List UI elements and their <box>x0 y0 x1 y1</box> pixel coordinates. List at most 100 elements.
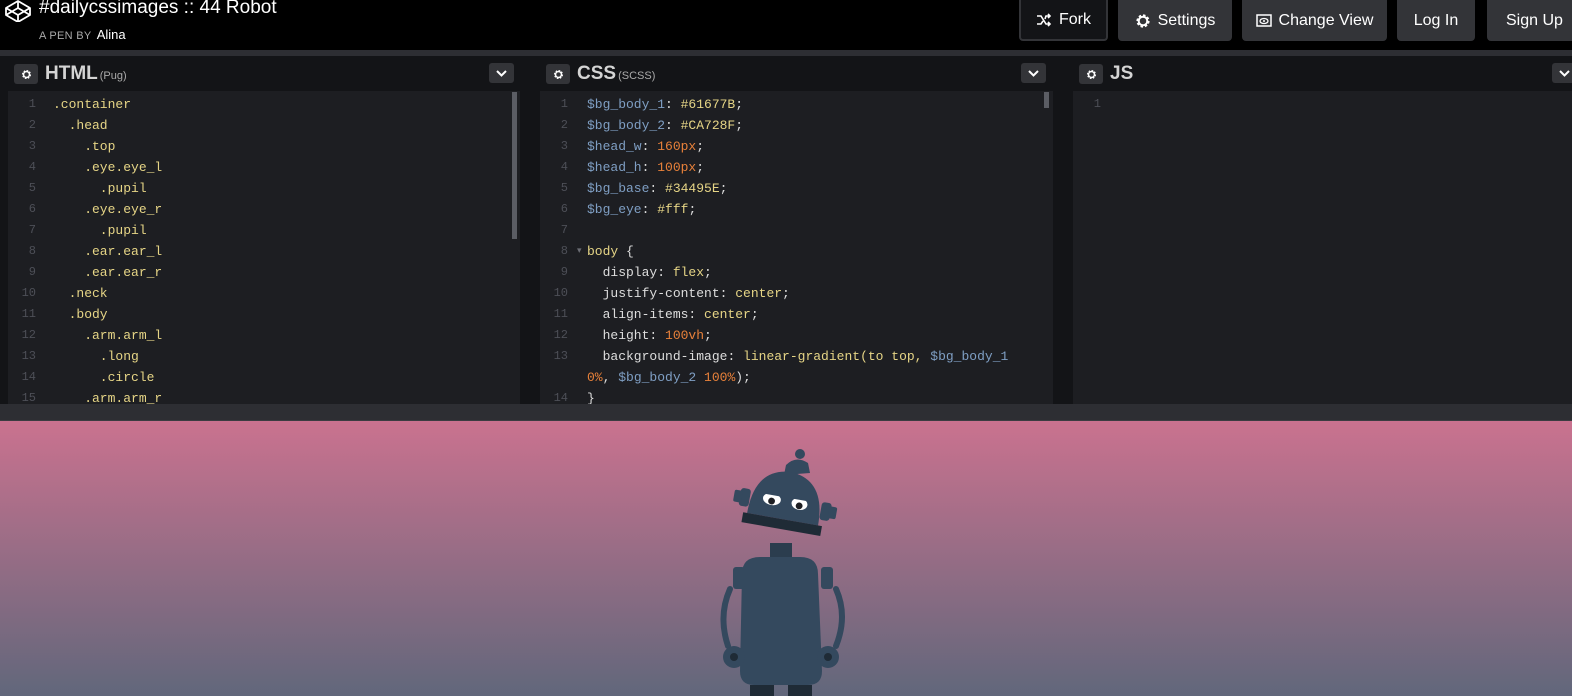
code-line: 13 background-image: linear-gradient(to … <box>540 346 1053 367</box>
line-number: 1 <box>28 97 36 111</box>
signup-button[interactable]: Sign Up <box>1487 0 1572 41</box>
css-settings-button[interactable] <box>546 64 570 84</box>
code-line: 11 .body <box>8 304 520 325</box>
code-text: .arm.arm_r <box>53 391 163 404</box>
codepen-logo-icon[interactable] <box>5 0 31 22</box>
code-line: 1 .container <box>8 94 520 115</box>
html-editor[interactable]: HTML (Pug) 1 .container 2 .head 3 .top 4 .eye… <box>8 56 520 404</box>
scss-variable: $head_w <box>587 139 642 154</box>
html-editor-header: HTML (Pug) <box>8 56 520 91</box>
line-number: 4 <box>28 160 36 174</box>
line-number: 6 <box>560 202 568 216</box>
scss-variable: $bg_body_2 <box>618 370 697 385</box>
css-value: flex <box>672 265 705 280</box>
css-number: 100px <box>657 160 697 175</box>
html-scrollbar[interactable] <box>512 92 517 239</box>
code-line: 7 <box>540 220 1053 241</box>
punctuation: ; <box>696 139 705 154</box>
author-link[interactable]: Alina <box>97 27 126 42</box>
code-line: 7 .pupil <box>8 220 520 241</box>
css-scrollbar[interactable] <box>1044 92 1049 108</box>
js-editor[interactable]: JS 1 <box>1073 56 1572 404</box>
robot-neck <box>770 543 792 559</box>
login-button[interactable]: Log In <box>1397 0 1475 41</box>
code-text: .eye.eye_r <box>53 202 163 217</box>
css-property: height <box>587 328 650 343</box>
punctuation: : <box>641 160 658 175</box>
css-property: align-items <box>587 307 689 322</box>
fork-icon <box>1037 12 1052 27</box>
html-settings-button[interactable] <box>14 64 38 84</box>
line-number: 4 <box>560 160 568 174</box>
code-text: $bg_base: #34495E; <box>587 178 727 199</box>
css-editor[interactable]: CSS (SCSS) 1 $bg_body_1: #61677B; 2 $bg_body… <box>540 56 1053 404</box>
line-number: 2 <box>28 118 36 132</box>
html-code-area[interactable]: 1 .container 2 .head 3 .top 4 .eye.eye_l 5 .p… <box>8 94 520 404</box>
code-text: body { <box>587 241 634 262</box>
code-text: .circle <box>53 370 155 385</box>
code-text: $head_h: 100px; <box>587 157 704 178</box>
scss-variable: $bg_eye <box>587 202 642 217</box>
css-value: center <box>735 286 783 301</box>
code-text: .body <box>53 307 108 322</box>
css-number: 100vh <box>665 328 705 343</box>
js-collapse-button[interactable] <box>1552 63 1572 83</box>
code-text: $bg_eye: #fff; <box>587 199 696 220</box>
code-text: .ear.ear_r <box>53 265 163 280</box>
code-text: .head <box>53 118 108 133</box>
editor-resize-handle[interactable] <box>0 404 1572 421</box>
css-selector: body <box>587 244 619 259</box>
line-number: 3 <box>28 139 36 153</box>
js-editor-header: JS <box>1073 56 1572 91</box>
css-collapse-button[interactable] <box>1021 63 1046 83</box>
line-number: 10 <box>21 286 36 300</box>
line-number: 2 <box>560 118 568 132</box>
code-text: justify-content: center; <box>587 283 790 304</box>
js-code-area[interactable]: 1 <box>1073 94 1572 115</box>
code-line: 10 .neck <box>8 283 520 304</box>
editors-panel: HTML (Pug) 1 .container 2 .head 3 .top 4 .eye… <box>0 56 1572 404</box>
code-line: 14} <box>540 388 1053 404</box>
line-number: 9 <box>560 265 568 279</box>
line-number: 11 <box>21 307 36 321</box>
gear-icon <box>21 69 31 79</box>
punctuation: : <box>665 97 681 112</box>
html-collapse-button[interactable] <box>489 63 514 83</box>
js-settings-button[interactable] <box>1079 64 1103 84</box>
pen-title[interactable]: #dailycssimages :: 44 Robot <box>39 0 277 19</box>
css-number: 0% <box>587 370 603 385</box>
css-value: #CA728F <box>680 118 736 133</box>
fork-button[interactable]: Fork <box>1019 0 1108 41</box>
code-line: 5 .pupil <box>8 178 520 199</box>
pen-byline: A PEN BY Alina <box>39 27 126 42</box>
code-line: 2 $bg_body_2: #CA728F; <box>540 115 1053 136</box>
code-text: display: flex; <box>587 262 712 283</box>
code-text: .long <box>53 349 139 364</box>
punctuation: , <box>602 370 619 385</box>
robot-body <box>740 557 822 685</box>
code-text: .pupil <box>53 181 147 196</box>
code-line: 6 .eye.eye_r <box>8 199 520 220</box>
punctuation: ; <box>782 286 790 301</box>
change-view-button[interactable]: Change View <box>1242 0 1387 41</box>
settings-button[interactable]: Settings <box>1118 0 1232 41</box>
code-line: 0%, $bg_body_2 100%); <box>540 367 1053 388</box>
line-number: 8 <box>28 244 36 258</box>
punctuation: : <box>649 328 666 343</box>
byline-prefix: A PEN BY <box>39 30 92 42</box>
code-text: .container <box>53 97 132 112</box>
robot-arm-left <box>720 586 733 649</box>
fork-label: Fork <box>1059 10 1091 28</box>
settings-label: Settings <box>1157 11 1216 29</box>
punctuation: ; <box>688 202 697 217</box>
punctuation: ; <box>735 97 744 112</box>
robot-illustration <box>720 449 845 696</box>
code-line: 8 .ear.ear_l <box>8 241 520 262</box>
robot-leg-right <box>788 685 812 696</box>
line-number: 7 <box>28 223 36 237</box>
css-code-area[interactable]: 1 $bg_body_1: #61677B; 2 $bg_body_2: #CA728… <box>540 94 1053 404</box>
line-number: 5 <box>28 181 36 195</box>
view-icon <box>1255 14 1272 27</box>
code-text: .pupil <box>53 223 147 238</box>
gear-icon <box>1135 13 1150 28</box>
